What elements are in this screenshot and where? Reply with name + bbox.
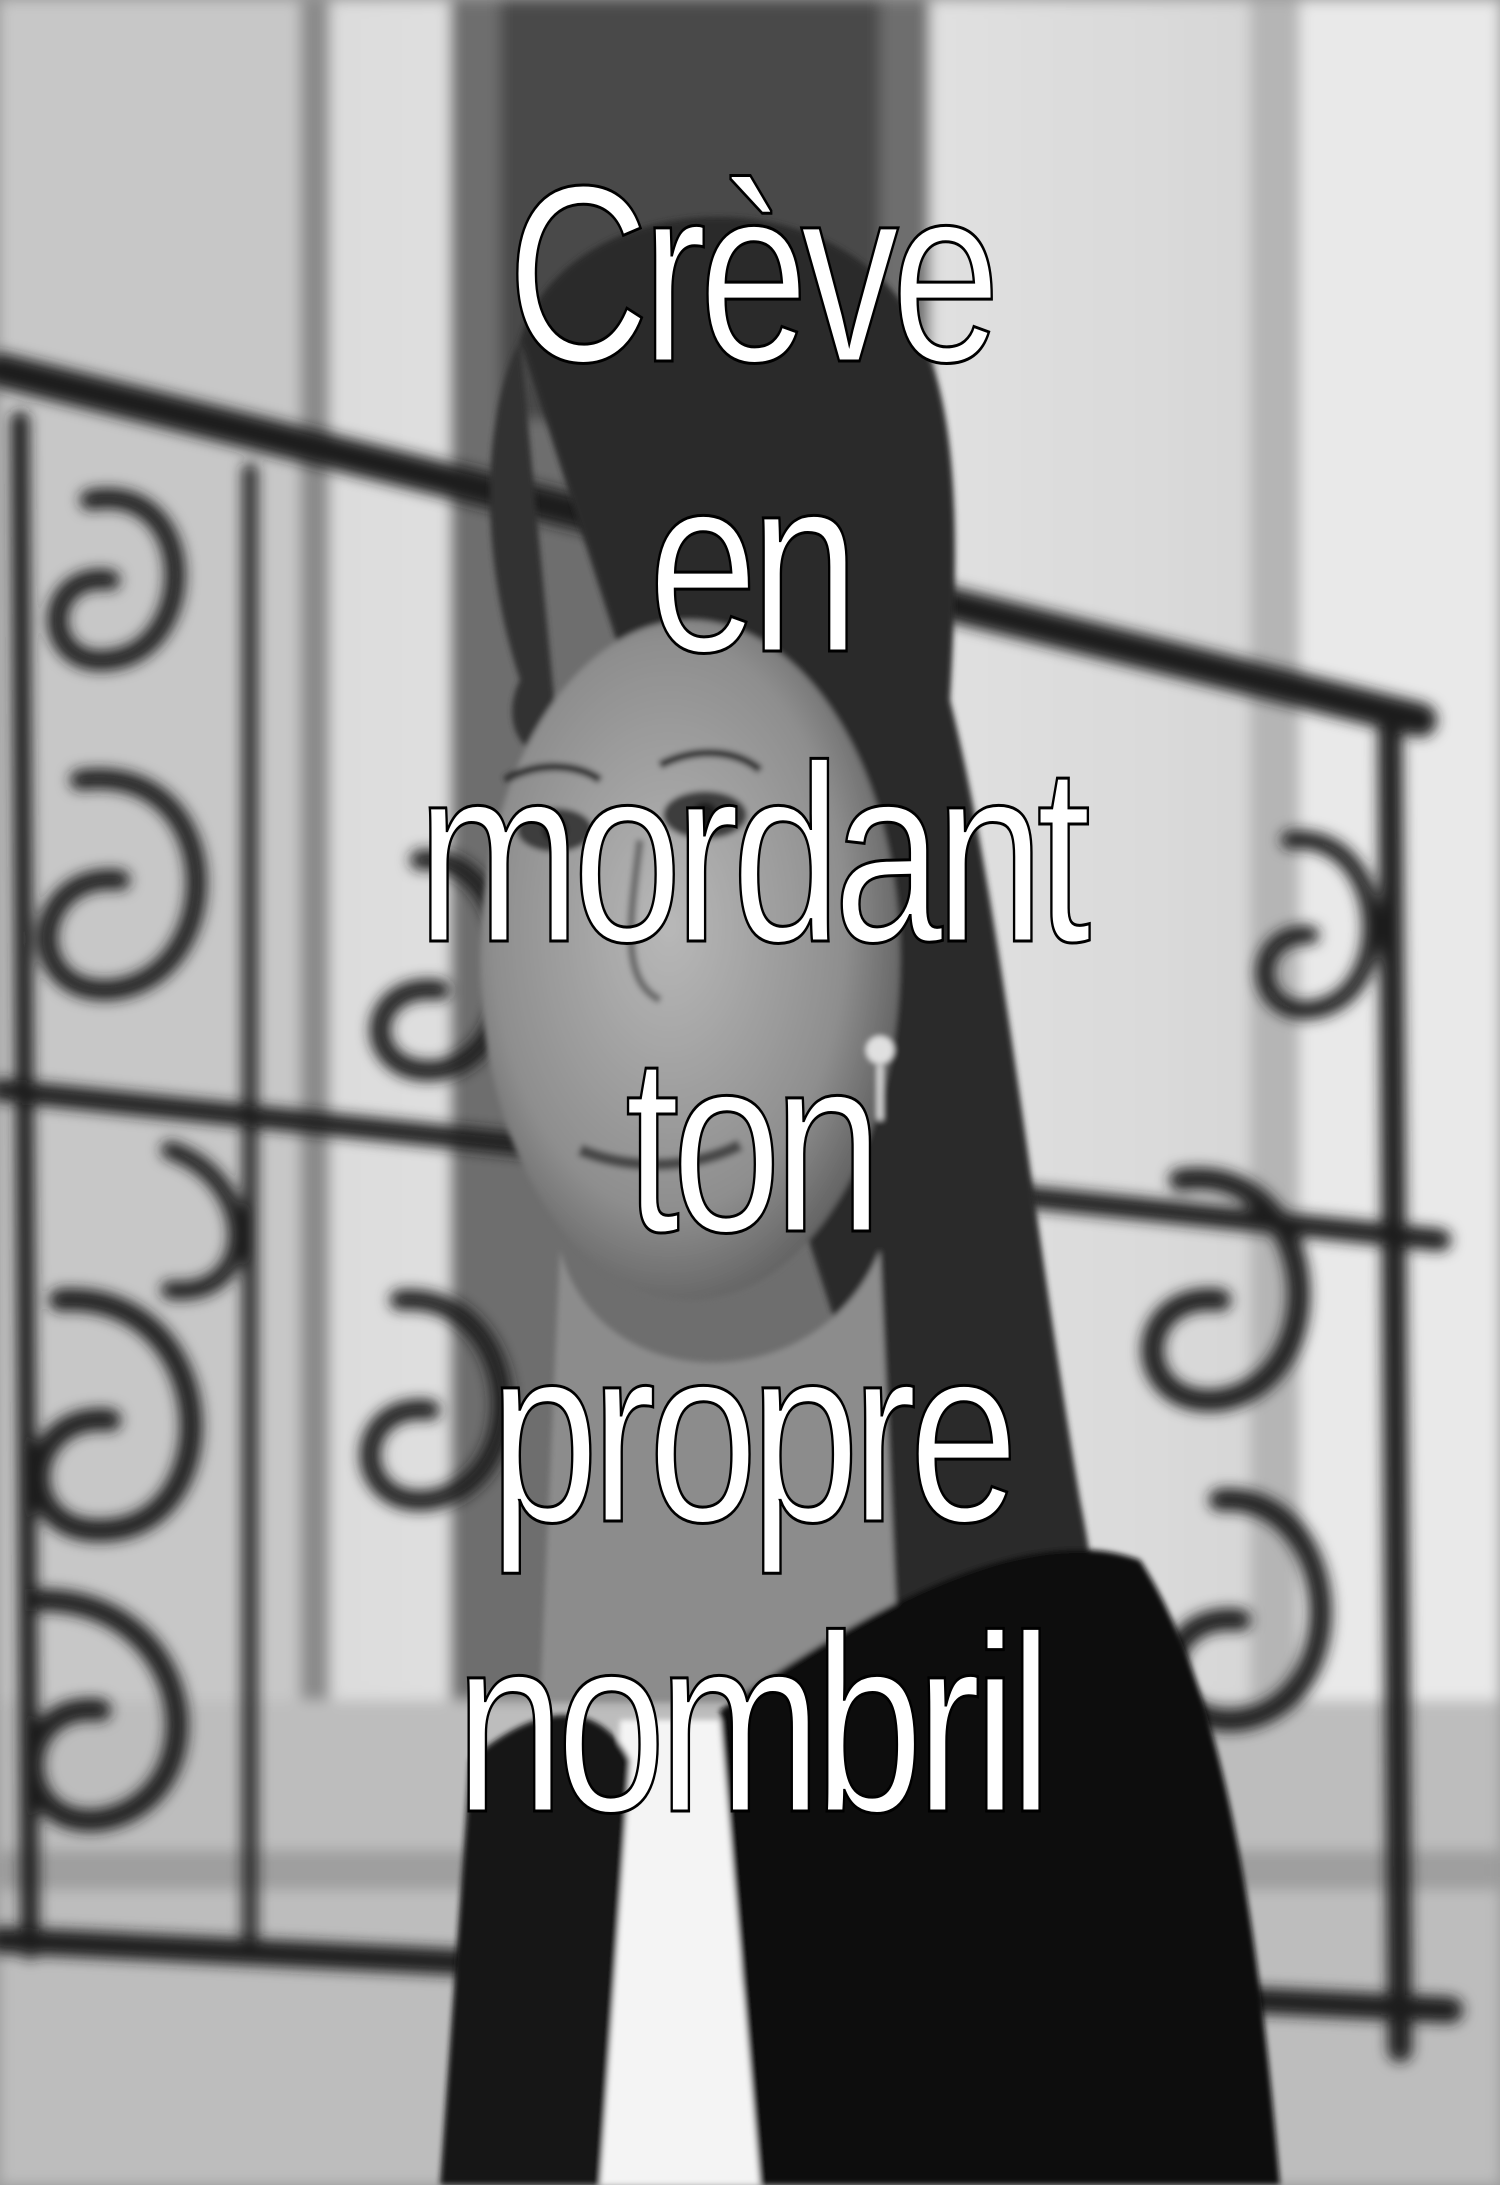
caption-line-1: Crève <box>506 133 1001 417</box>
meme-caption: Crève en mordant ton propre nombril <box>165 130 1335 1870</box>
caption-line-5: propre <box>488 1293 1020 1577</box>
caption-line-3: mordant <box>416 713 1093 997</box>
caption-line-2: en <box>647 423 860 707</box>
meme-canvas: Crève en mordant ton propre nombril <box>0 0 1500 2185</box>
caption-line-4: ton <box>624 1003 884 1287</box>
caption-line-6: nombril <box>454 1583 1054 1867</box>
